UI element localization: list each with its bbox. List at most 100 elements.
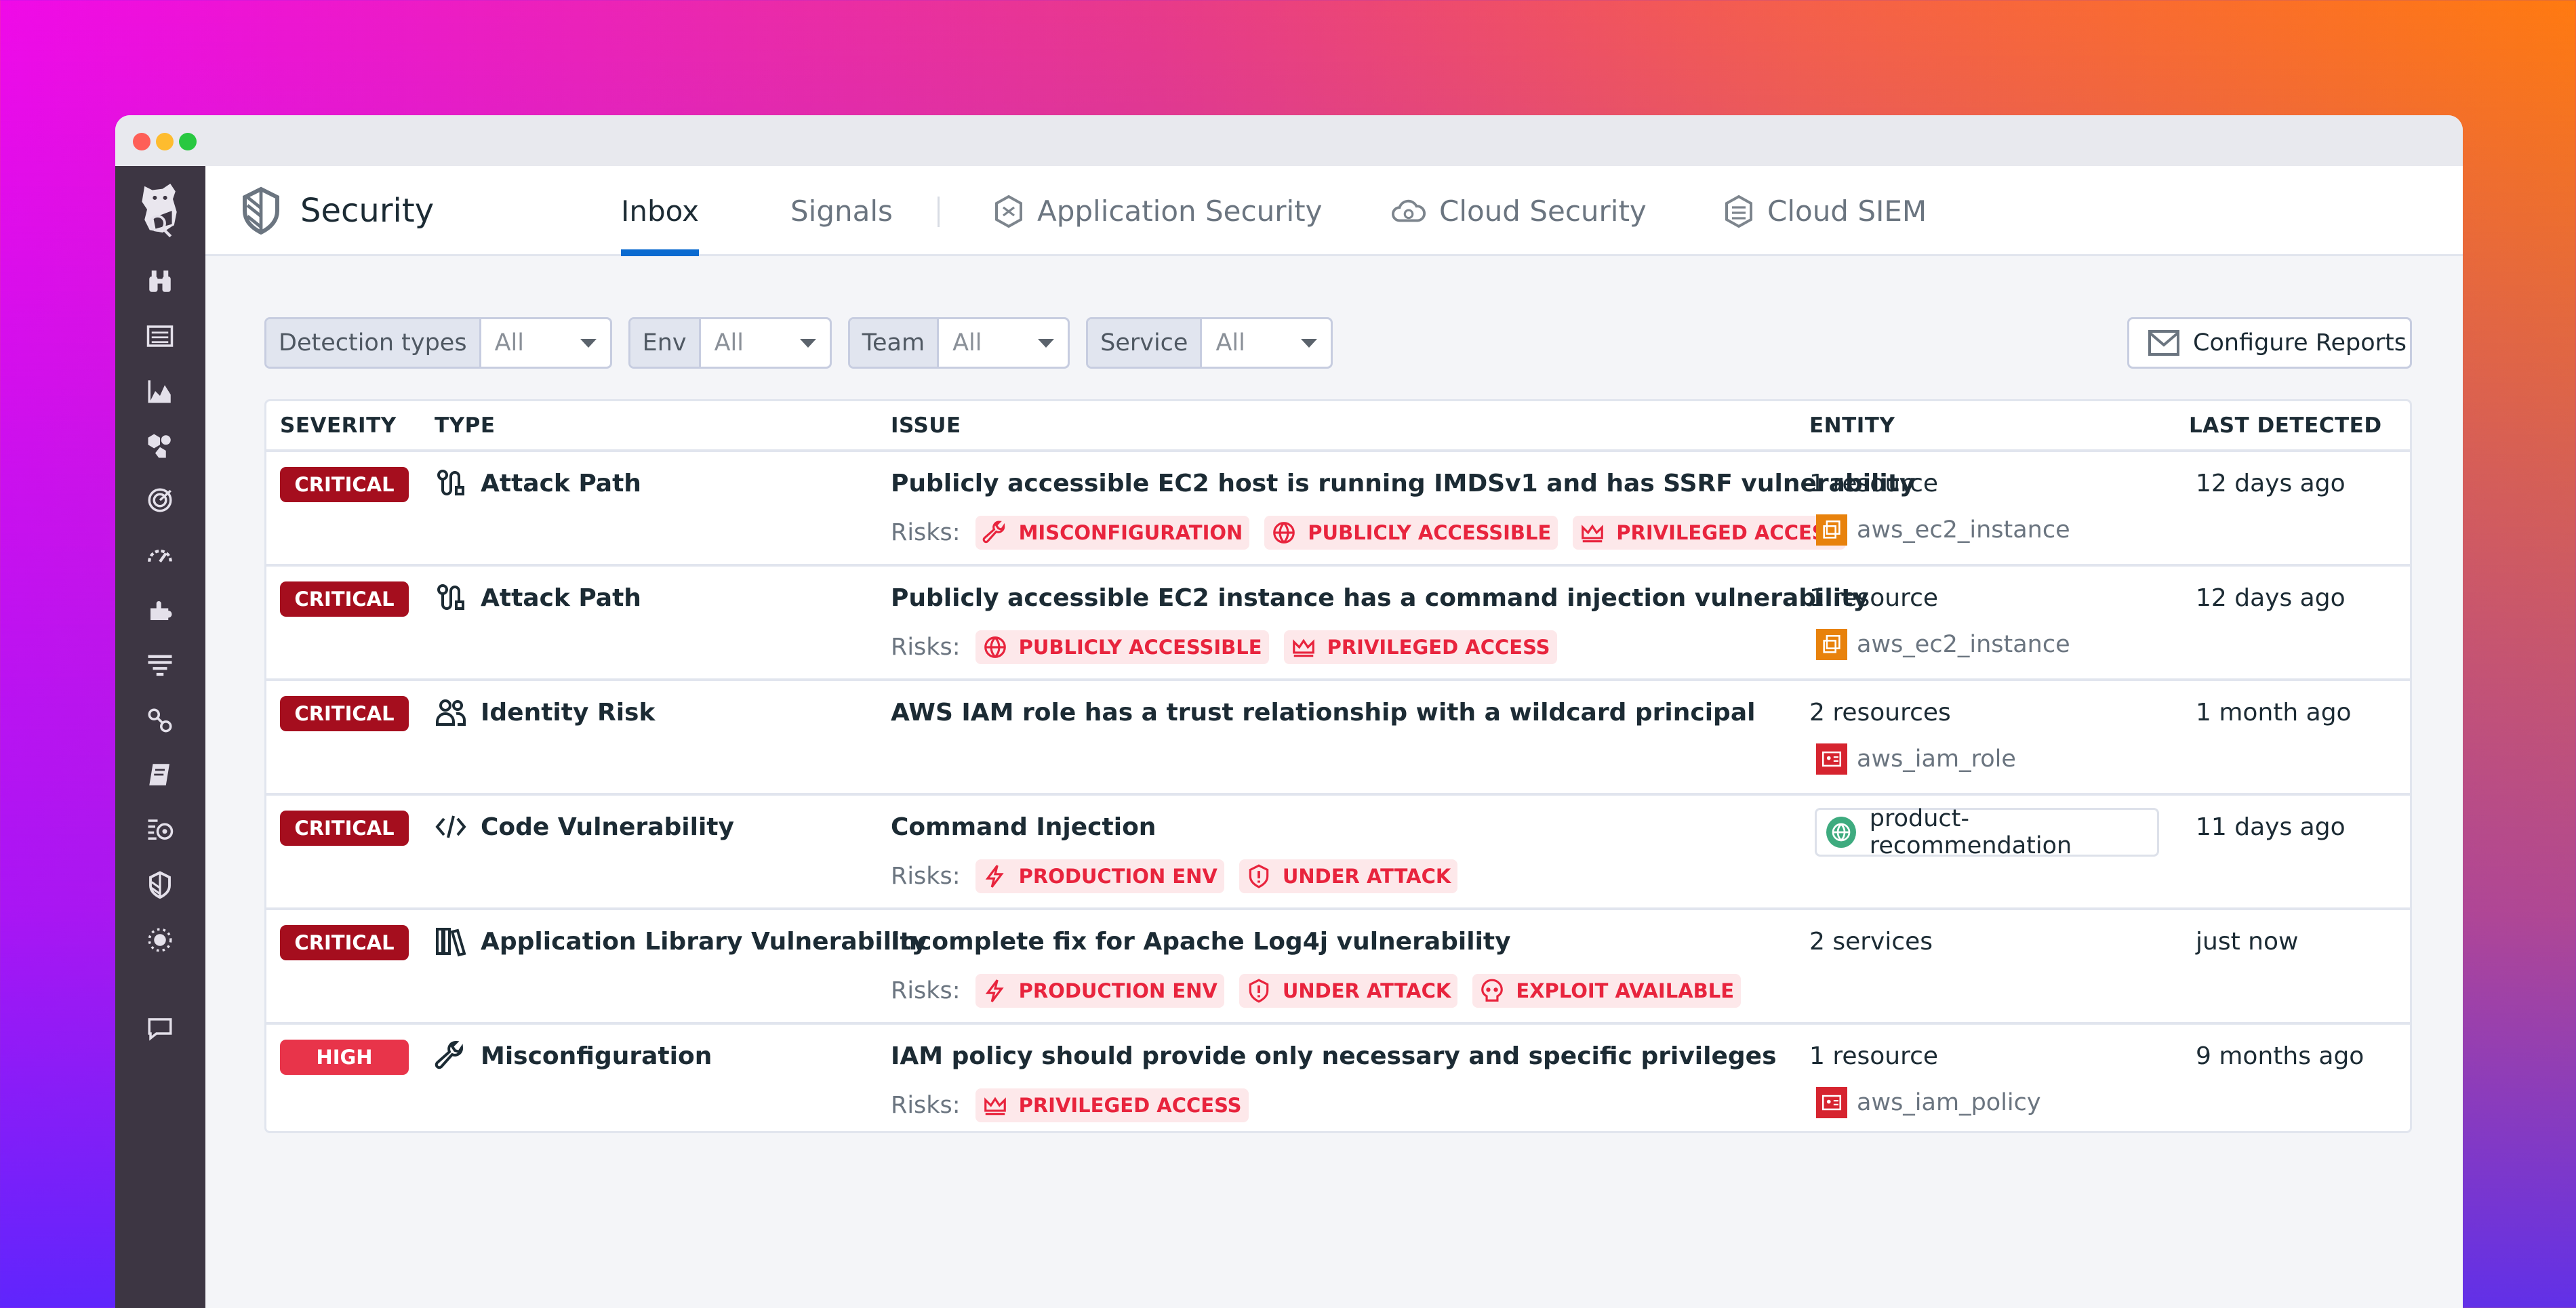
sidebar-item-integrations[interactable] bbox=[144, 594, 176, 627]
issue-title[interactable]: Incomplete fix for Apache Log4j vulnerab… bbox=[891, 928, 1511, 956]
env-filter-select[interactable]: All bbox=[701, 319, 830, 367]
service-filter[interactable]: ServiceAll bbox=[1086, 317, 1333, 369]
sidebar-item-dashboards[interactable] bbox=[144, 539, 176, 572]
last-detected: 12 days ago bbox=[2196, 470, 2346, 497]
resource-link[interactable]: aws_ec2_instance bbox=[1816, 629, 2070, 660]
library-icon bbox=[435, 925, 467, 958]
network-icon bbox=[146, 706, 174, 735]
team-filter[interactable]: TeamAll bbox=[848, 317, 1070, 369]
severity-badge: CRITICAL bbox=[280, 581, 409, 617]
top-nav: Security Inbox Signals Application Secur… bbox=[205, 166, 2463, 256]
resource-link[interactable]: aws_iam_policy bbox=[1816, 1087, 2041, 1118]
issue-title[interactable]: IAM policy should provide only necessary… bbox=[891, 1042, 1777, 1070]
sidebar-item-logs[interactable] bbox=[144, 320, 176, 352]
tab-divider bbox=[938, 197, 940, 227]
aws-ec2-icon bbox=[1816, 629, 1847, 660]
tab-application-security[interactable]: Application Security bbox=[994, 166, 1323, 256]
sidebar-item-metrics[interactable] bbox=[144, 375, 176, 407]
chevron-down-icon bbox=[800, 339, 816, 348]
sidebar-item-watchdog[interactable] bbox=[144, 814, 176, 846]
sidebar-item-list[interactable] bbox=[144, 649, 176, 681]
crown-icon bbox=[1291, 634, 1316, 660]
service-globe-icon bbox=[1826, 817, 1856, 848]
issue-title[interactable]: Command Injection bbox=[891, 813, 1156, 841]
tab-inbox[interactable]: Inbox bbox=[621, 166, 699, 256]
column-header-last-detected[interactable]: LAST DETECTED bbox=[2189, 413, 2382, 438]
severity-badge: CRITICAL bbox=[280, 467, 409, 502]
resource-link[interactable]: aws_iam_role bbox=[1816, 743, 2016, 775]
risk-chip-label: PRODUCTION ENV bbox=[1019, 979, 1217, 1002]
shield-alert-icon bbox=[1246, 978, 1272, 1004]
entity-count: 2 services bbox=[1809, 928, 1933, 956]
tab-cloud-security[interactable]: Cloud Security bbox=[1392, 166, 1647, 256]
detection-types-filter-select[interactable]: All bbox=[481, 319, 610, 367]
issue-title[interactable]: AWS IAM role has a trust relationship wi… bbox=[891, 699, 1755, 727]
minimize-window-button[interactable] bbox=[156, 133, 174, 150]
sidebar-item-network[interactable] bbox=[144, 704, 176, 737]
sidebar-item-binoculars[interactable] bbox=[144, 265, 176, 298]
list-icon bbox=[146, 651, 174, 679]
close-window-button[interactable] bbox=[133, 133, 150, 150]
tab-label: Application Security bbox=[1037, 195, 1323, 228]
sidebar-item-notebook[interactable] bbox=[144, 758, 176, 791]
table-row[interactable]: HIGHMisconfigurationIAM policy should pr… bbox=[266, 1025, 2410, 1139]
risks-label: Risks: bbox=[891, 977, 961, 1004]
risk-chip-label: PUBLICLY ACCESSIBLE bbox=[1019, 636, 1262, 659]
resource-name: aws_iam_role bbox=[1857, 745, 2016, 773]
configure-reports-button[interactable]: Configure Reports bbox=[2127, 317, 2412, 369]
risks-label: Risks: bbox=[891, 519, 961, 546]
last-detected: 9 months ago bbox=[2196, 1042, 2364, 1070]
page-title: Security bbox=[300, 192, 434, 230]
service-link[interactable]: product-recommendation bbox=[1815, 808, 2159, 857]
issue-type: Identity Risk bbox=[435, 696, 655, 729]
sidebar-item-search[interactable] bbox=[144, 209, 176, 242]
table-row[interactable]: CRITICALAttack PathPublicly accessible E… bbox=[266, 452, 2410, 567]
bolt-icon bbox=[982, 863, 1008, 889]
detection-types-filter-value: All bbox=[495, 329, 524, 356]
issues-table: SEVERITY TYPE ISSUE ENTITY LAST DETECTED… bbox=[264, 399, 2412, 1133]
tab-signals[interactable]: Signals bbox=[790, 166, 893, 256]
sidebar-item-infrastructure[interactable] bbox=[144, 430, 176, 462]
sidebar-item-settings[interactable] bbox=[144, 924, 176, 956]
severity-badge: CRITICAL bbox=[280, 696, 409, 731]
env-filter[interactable]: EnvAll bbox=[628, 317, 832, 369]
sidebar-item-security[interactable] bbox=[144, 868, 176, 901]
aws-ec2-icon bbox=[1816, 514, 1847, 546]
risk-chip: PRODUCTION ENV bbox=[975, 859, 1224, 893]
risk-chip: PRIVILEGED ACCESS bbox=[975, 1088, 1249, 1122]
issue-title[interactable]: Publicly accessible EC2 host is running … bbox=[891, 470, 1915, 497]
detection-types-filter[interactable]: Detection typesAll bbox=[264, 317, 612, 369]
team-filter-label: Team bbox=[850, 319, 940, 367]
entity-count: 1 resource bbox=[1809, 470, 1938, 497]
column-header-issue[interactable]: ISSUE bbox=[891, 413, 961, 438]
maximize-window-button[interactable] bbox=[179, 133, 197, 150]
service-filter-select[interactable]: All bbox=[1202, 319, 1331, 367]
sidebar-item-chat[interactable] bbox=[144, 1013, 176, 1045]
risk-chip: UNDER ATTACK bbox=[1239, 974, 1458, 1008]
attack-path-icon bbox=[435, 467, 467, 499]
table-row[interactable]: CRITICALCode VulnerabilityCommand Inject… bbox=[266, 796, 2410, 910]
watchdog-icon bbox=[146, 816, 174, 844]
wrench-icon bbox=[982, 520, 1008, 546]
table-row[interactable]: CRITICALAttack PathPublicly accessible E… bbox=[266, 567, 2410, 681]
issue-title[interactable]: Publicly accessible EC2 instance has a c… bbox=[891, 584, 1869, 612]
team-filter-select[interactable]: All bbox=[939, 319, 1068, 367]
resource-link[interactable]: aws_ec2_instance bbox=[1816, 514, 2070, 546]
filter-bar: Detection typesAllEnvAllTeamAllServiceAl… bbox=[264, 317, 1333, 369]
tab-cloud-siem[interactable]: Cloud SIEM bbox=[1724, 166, 1927, 256]
wrench-icon bbox=[435, 1040, 467, 1072]
table-row[interactable]: CRITICAL Identity Risk AWS IAM role has a … bbox=[266, 681, 2410, 796]
risk-chip-label: UNDER ATTACK bbox=[1283, 865, 1451, 888]
risk-chip-label: UNDER ATTACK bbox=[1283, 979, 1451, 1002]
column-header-entity[interactable]: ENTITY bbox=[1809, 413, 1895, 438]
service-filter-value: All bbox=[1215, 329, 1245, 356]
risk-chip-label: MISCONFIGURATION bbox=[1019, 521, 1243, 544]
security-brand[interactable]: Security bbox=[239, 186, 434, 235]
infrastructure-icon bbox=[146, 432, 174, 460]
column-header-severity[interactable]: SEVERITY bbox=[280, 413, 397, 438]
attack-path-icon bbox=[435, 581, 467, 614]
risks-list: Risks:PRODUCTION ENVUNDER ATTACKEXPLOIT … bbox=[891, 974, 1741, 1008]
sidebar-item-apm[interactable] bbox=[144, 484, 176, 516]
column-header-type[interactable]: TYPE bbox=[435, 413, 496, 438]
table-row[interactable]: CRITICALApplication Library Vulnerabilit… bbox=[266, 910, 2410, 1025]
